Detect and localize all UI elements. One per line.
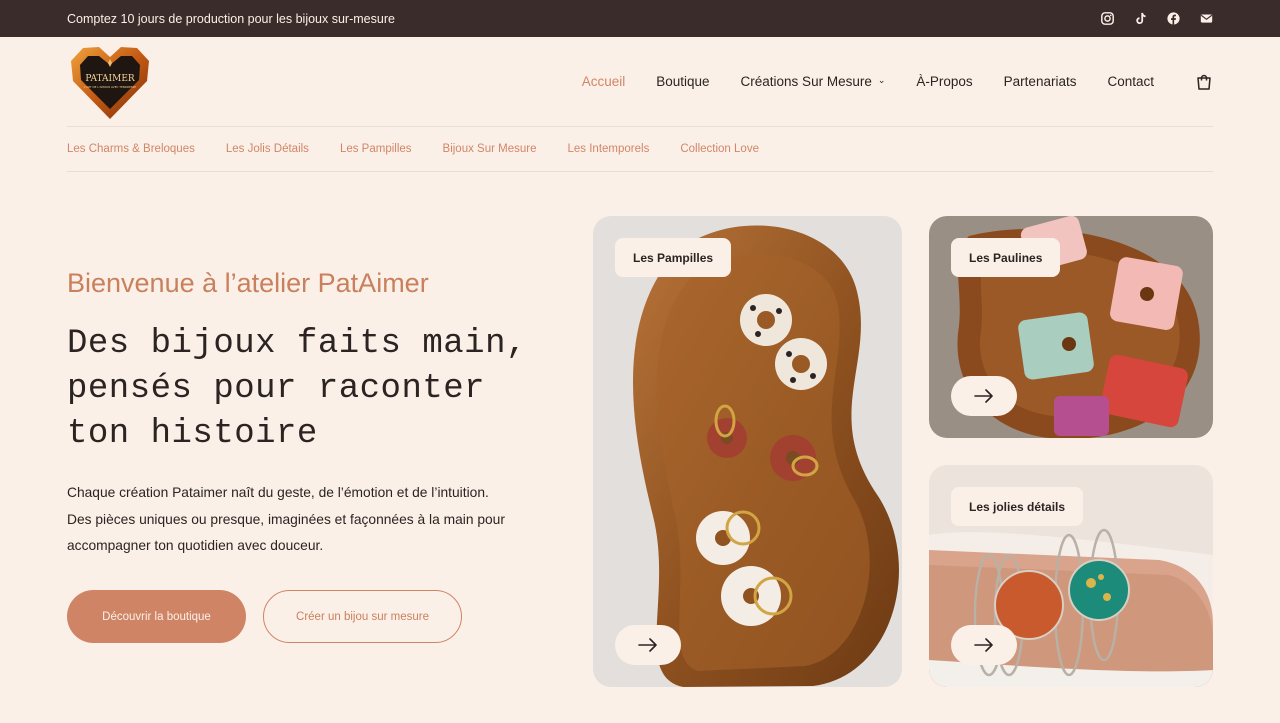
category-card-paulines[interactable]: Les Paulines (929, 216, 1213, 438)
category-card-pampilles[interactable]: Les Pampilles (593, 216, 902, 687)
facebook-icon[interactable] (1167, 12, 1180, 25)
card-label: Les Paulines (951, 238, 1061, 277)
nav-custom-label: Créations Sur Mesure (740, 74, 872, 89)
category-link-charms[interactable]: Les Charms & Breloques (67, 143, 195, 155)
arrow-right-icon[interactable] (951, 625, 1017, 665)
category-link-love[interactable]: Collection Love (680, 143, 759, 155)
social-links (1101, 12, 1213, 25)
hero-title-line: Des bijoux faits main, (67, 325, 527, 363)
pampilles-photo (593, 216, 902, 687)
category-link-intemporels[interactable]: Les Intemporels (568, 143, 650, 155)
hero-desc-line: Des pièces uniques ou presque, imaginées… (67, 511, 505, 527)
custom-jewel-button[interactable]: Créer un bijou sur mesure (263, 590, 462, 643)
email-icon[interactable] (1200, 12, 1213, 25)
pataimer-logo[interactable]: PATAIMER L'ART DE L'AMOUR AVEC TENDRESSE (67, 41, 153, 123)
nav-custom-creations[interactable]: Créations Sur Mesure ⌄ (741, 74, 886, 89)
nav-partners[interactable]: Partenariats (1004, 74, 1077, 89)
announcement-text: Comptez 10 jours de production pour les … (67, 11, 395, 26)
hero-title: Des bijoux faits main, pensés pour racon… (67, 322, 577, 457)
chevron-down-icon: ⌄ (877, 75, 886, 85)
hero-title-line: pensés pour raconter (67, 370, 486, 408)
category-link-pampilles[interactable]: Les Pampilles (340, 143, 412, 155)
nav-about[interactable]: À-Propos (916, 74, 972, 89)
nav-home[interactable]: Accueil (582, 74, 626, 89)
logo-brand: PATAIMER (85, 74, 135, 84)
discover-shop-button[interactable]: Découvrir la boutique (67, 590, 246, 643)
site-header: PATAIMER L'ART DE L'AMOUR AVEC TENDRESSE… (67, 37, 1213, 127)
main-nav: Accueil Boutique Créations Sur Mesure ⌄ … (582, 73, 1213, 91)
logo-tagline: L'ART DE L'AMOUR AVEC TENDRESSE (84, 85, 136, 89)
card-label: Les jolies détails (951, 487, 1084, 526)
arrow-right-icon[interactable] (615, 625, 681, 665)
category-link-sur-mesure[interactable]: Bijoux Sur Mesure (443, 143, 537, 155)
announcement-bar: Comptez 10 jours de production pour les … (0, 0, 1280, 37)
nav-contact[interactable]: Contact (1107, 74, 1154, 89)
category-link-jolis-details[interactable]: Les Jolis Détails (226, 143, 309, 155)
category-nav: Les Charms & Breloques Les Jolis Détails… (67, 127, 1213, 172)
hero-desc-line: Chaque création Pataimer naît du geste, … (67, 485, 489, 500)
category-card-jolis-details[interactable]: Les jolies détails (929, 465, 1213, 687)
tiktok-icon[interactable] (1134, 12, 1147, 25)
arrow-right-icon[interactable] (951, 376, 1017, 416)
card-label: Les Pampilles (615, 238, 732, 277)
hero-eyebrow: Bienvenue à l’atelier PatAimer (67, 268, 429, 298)
cart-icon[interactable] (1195, 73, 1213, 91)
nav-shop[interactable]: Boutique (656, 74, 709, 89)
hero-description: Chaque création Pataimer naît du geste, … (67, 480, 537, 560)
instagram-icon[interactable] (1101, 12, 1114, 25)
hero-title-line: ton histoire (67, 415, 318, 453)
hero-desc-line: accompagner ton quotidien avec douceur. (67, 538, 324, 553)
